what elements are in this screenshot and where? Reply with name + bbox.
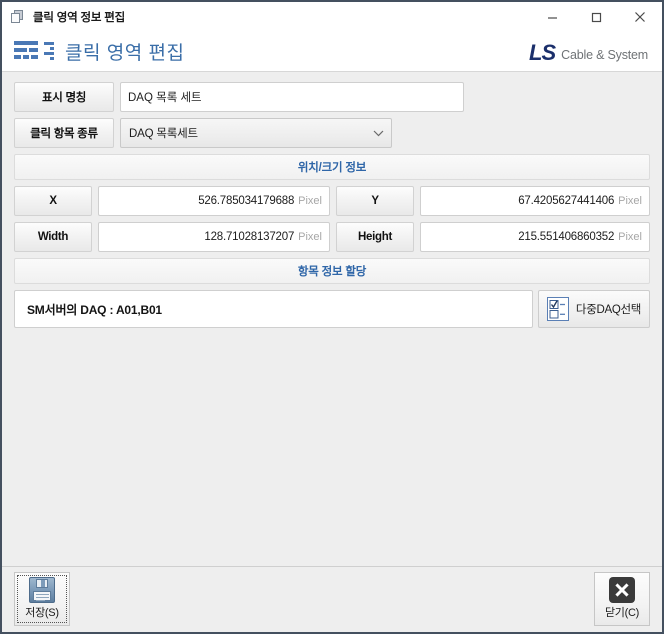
y-label: Y [336, 186, 414, 216]
width-label: Width [14, 222, 92, 252]
window-title: 클릭 영역 정보 편집 [33, 12, 126, 24]
y-unit: Pixel [618, 195, 642, 207]
x-label: X [14, 186, 92, 216]
x-input[interactable]: 526.785034179688 Pixel [98, 186, 330, 216]
checklist-icon [546, 297, 569, 321]
list-bars-icon [14, 40, 56, 64]
chevron-down-icon [371, 130, 385, 137]
dialog-body: 표시 명칭 DAQ 목록 세트 클릭 항목 종류 DAQ 목록세트 위치/크기 … [2, 72, 662, 566]
title-bar: 클릭 영역 정보 편집 [2, 2, 662, 32]
dialog-window: 클릭 영역 정보 편집 클릭 영역 편집 LS Cable & System 표… [0, 0, 664, 634]
click-item-type-label: 클릭 항목 종류 [14, 118, 114, 148]
x-unit: Pixel [298, 195, 322, 207]
assign-section-header: 항목 정보 할당 [14, 258, 650, 284]
position-section-title: 위치/크기 정보 [297, 162, 367, 174]
x-value: 526.785034179688 [198, 195, 295, 207]
width-value: 128.71028137207 [204, 231, 295, 243]
assigned-daq-text: SM서버의 DAQ : A01,B01 [27, 302, 162, 317]
save-button-label: 저장(S) [25, 607, 59, 619]
position-section-header: 위치/크기 정보 [14, 154, 650, 180]
click-item-type-row: 클릭 항목 종류 DAQ 목록세트 [14, 118, 650, 148]
header-band: 클릭 영역 편집 LS Cable & System [2, 32, 662, 72]
width-height-row: Width 128.71028137207 Pixel Height 215.5… [14, 222, 650, 252]
y-input[interactable]: 67.4205627441406 Pixel [420, 186, 650, 216]
assigned-daq-box[interactable]: SM서버의 DAQ : A01,B01 [14, 290, 533, 328]
height-unit: Pixel [618, 231, 642, 243]
display-name-label: 표시 명칭 [14, 82, 114, 112]
y-value: 67.4205627441406 [518, 195, 615, 207]
logo-wordmark: Cable & System [561, 48, 648, 62]
width-input[interactable]: 128.71028137207 Pixel [98, 222, 330, 252]
footer-bar: 저장(S) 닫기(C) [2, 566, 662, 632]
logo-mark: LS [529, 40, 556, 65]
ls-cable-system-logo: LS Cable & System [529, 40, 648, 64]
assign-section-title: 항목 정보 할당 [297, 266, 367, 278]
height-label: Height [336, 222, 414, 252]
height-value: 215.551406860352 [518, 231, 615, 243]
maximize-icon[interactable] [574, 2, 618, 32]
click-item-type-select[interactable]: DAQ 목록세트 [120, 118, 392, 148]
assignment-row: SM서버의 DAQ : A01,B01 다중DAQ선택 [14, 290, 650, 328]
height-input[interactable]: 215.551406860352 Pixel [420, 222, 650, 252]
width-unit: Pixel [298, 231, 322, 243]
window-controls [530, 2, 662, 32]
x-y-row: X 526.785034179688 Pixel Y 67.4205627441… [14, 186, 650, 216]
save-button[interactable]: 저장(S) [14, 572, 70, 626]
multi-daq-select-label: 다중DAQ선택 [575, 304, 642, 316]
close-button-label: 닫기(C) [604, 607, 639, 619]
minimize-icon[interactable] [530, 2, 574, 32]
copy-pages-icon [10, 9, 26, 25]
close-icon[interactable] [618, 2, 662, 32]
display-name-value: DAQ 목록 세트 [128, 92, 202, 104]
page-title: 클릭 영역 편집 [65, 43, 185, 64]
click-item-type-value: DAQ 목록세트 [129, 128, 198, 140]
close-x-icon [595, 573, 649, 607]
display-name-row: 표시 명칭 DAQ 목록 세트 [14, 82, 650, 112]
close-button[interactable]: 닫기(C) [594, 572, 650, 626]
multi-daq-select-button[interactable]: 다중DAQ선택 [538, 290, 650, 328]
floppy-disk-icon [15, 573, 69, 607]
display-name-input[interactable]: DAQ 목록 세트 [120, 82, 464, 112]
